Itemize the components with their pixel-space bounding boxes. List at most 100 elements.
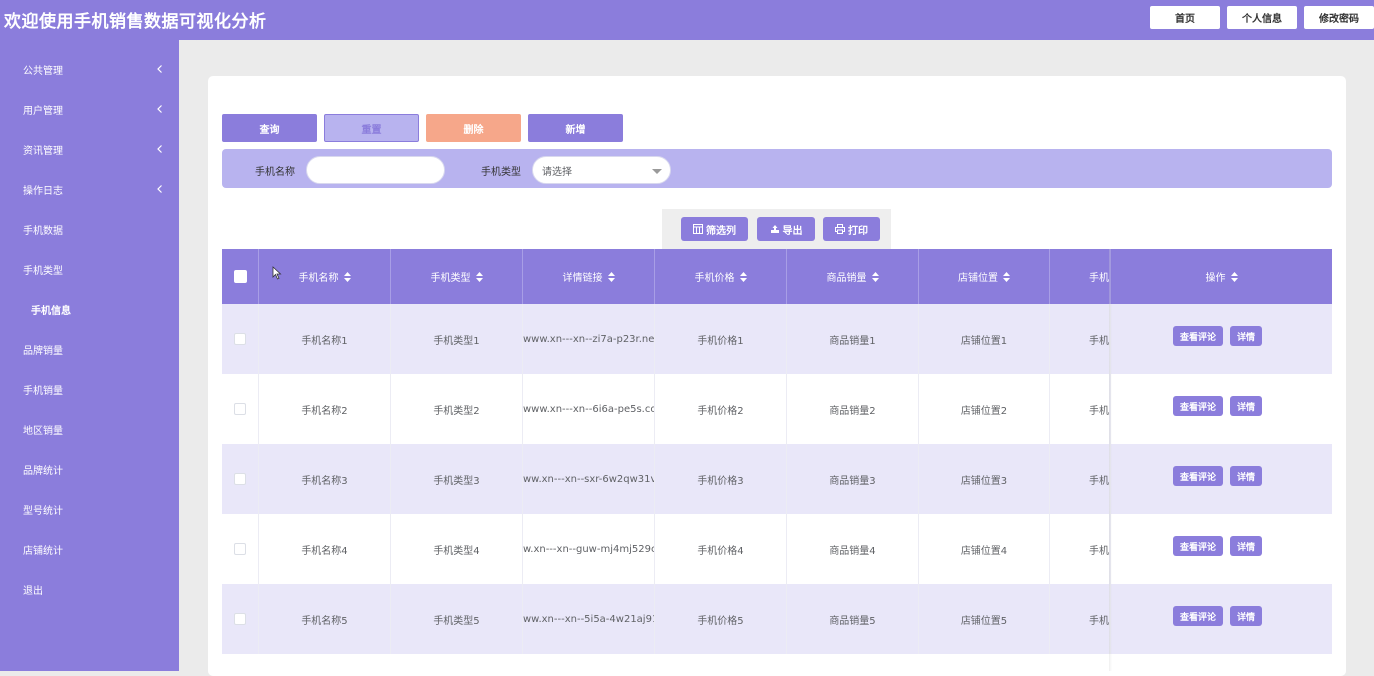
sidebar-item-label: 品牌销量	[23, 345, 63, 357]
select-all-checkbox[interactable]	[233, 270, 247, 283]
table-row: 手机名称2 手机类型2 www.xn---xn--6i6a-pe5s.com 手机价格…	[222, 374, 1332, 444]
sidebar-item[interactable]: 退出	[0, 569, 179, 609]
sort-icon	[871, 271, 879, 282]
cell-sales: 商品销量5	[787, 584, 919, 654]
row-checkbox[interactable]	[234, 333, 246, 345]
sidebar-item-label: 操作日志	[23, 185, 63, 197]
sidebar-item[interactable]: 品牌销量	[0, 329, 179, 369]
sidebar-item-label: 公共管理	[23, 65, 63, 77]
export-icon	[770, 225, 779, 233]
row-checkbox[interactable]	[234, 473, 246, 485]
cell-link: www.xn---xn--6i6a-pe5s.com	[523, 374, 655, 444]
view-comments-button[interactable]: 查看评论	[1173, 536, 1223, 556]
row-checkbox[interactable]	[234, 613, 246, 625]
add-button[interactable]: 新增	[528, 114, 623, 142]
sidebar-item[interactable]: 资讯管理	[0, 129, 179, 169]
cell-price: 手机价格4	[655, 514, 787, 584]
table-row: 手机名称1 手机类型1 www.xn---xn--zi7a-p23r.net 手机价格…	[222, 304, 1332, 374]
reset-button[interactable]: 重置	[324, 114, 419, 142]
sidebar-item[interactable]: 公共管理	[0, 49, 179, 89]
col-header-label: 手机名称	[298, 273, 339, 284]
cell-operations: 查看评论 详情	[1110, 444, 1332, 514]
cell-operations: 查看评论 详情	[1110, 584, 1332, 654]
cell-sales: 商品销量1	[787, 304, 919, 374]
chevron-down-icon	[652, 169, 662, 174]
operation-buttons: 查看评论 详情	[1173, 466, 1262, 486]
cell-extra: 手机	[1050, 304, 1110, 374]
query-button[interactable]: 查询	[222, 114, 317, 142]
sidebar-item-label: 用户管理	[23, 105, 63, 117]
export-button[interactable]: 导出	[757, 217, 815, 241]
detail-button[interactable]: 详情	[1230, 536, 1262, 556]
detail-button[interactable]: 详情	[1230, 396, 1262, 416]
cell-type: 手机类型2	[391, 374, 523, 444]
col-header-label: 操作	[1205, 273, 1226, 284]
sidebar-item[interactable]: 操作日志	[0, 169, 179, 209]
col-header-label: 手机类型	[430, 273, 471, 284]
col-header-operations[interactable]: 操作	[1110, 249, 1332, 304]
col-header-sales[interactable]: 商品销量	[787, 249, 919, 304]
view-comments-button[interactable]: 查看评论	[1173, 396, 1223, 416]
table-row: 手机名称4 手机类型4 w.xn---xn--guw-mj4mj529c.r 手机价格…	[222, 514, 1332, 584]
sidebar-item[interactable]: 品牌统计	[0, 449, 179, 489]
chevron-left-icon	[157, 185, 162, 193]
sidebar-item-label: 店铺统计	[23, 545, 63, 557]
print-icon	[835, 224, 845, 234]
phone-type-select[interactable]: 请选择	[532, 156, 671, 184]
col-header-label: 手机	[1089, 273, 1109, 284]
sort-icon	[475, 271, 483, 282]
data-table: 手机名称 手机类型 详情链接 手机价格 商品销量 店铺位置 手机 操作 手机名称…	[222, 249, 1332, 671]
view-comments-button[interactable]: 查看评论	[1173, 466, 1223, 486]
sidebar-item[interactable]: 用户管理	[0, 89, 179, 129]
col-header-link[interactable]: 详情链接	[523, 249, 655, 304]
col-header-type[interactable]: 手机类型	[391, 249, 523, 304]
cell-location: 店铺位置3	[919, 444, 1050, 514]
fixed-column-shadow	[1109, 249, 1112, 671]
sidebar-item[interactable]: 型号统计	[0, 489, 179, 529]
view-comments-button[interactable]: 查看评论	[1173, 606, 1223, 626]
profile-button[interactable]: 个人信息	[1227, 6, 1297, 29]
phone-name-label: 手机名称	[255, 167, 295, 178]
col-header-location[interactable]: 店铺位置	[919, 249, 1050, 304]
filter-columns-button[interactable]: 筛选列	[681, 217, 748, 241]
table-header: 手机名称 手机类型 详情链接 手机价格 商品销量 店铺位置 手机 操作	[222, 249, 1332, 304]
change-password-button[interactable]: 修改密码	[1304, 6, 1374, 29]
mouse-cursor-icon	[272, 266, 282, 280]
view-comments-button[interactable]: 查看评论	[1173, 326, 1223, 346]
sidebar-item[interactable]: 手机数据	[0, 209, 179, 249]
sidebar-item-label: 资讯管理	[23, 145, 63, 157]
sidebar-item-label: 地区销量	[23, 425, 63, 437]
cell-extra: 手机	[1050, 584, 1110, 654]
col-header-price[interactable]: 手机价格	[655, 249, 787, 304]
detail-button[interactable]: 详情	[1230, 326, 1262, 346]
sidebar-item-label: 手机销量	[23, 385, 63, 397]
col-header-label: 手机价格	[694, 273, 735, 284]
row-checkbox[interactable]	[234, 403, 246, 415]
sort-icon	[343, 271, 351, 282]
print-button[interactable]: 打印	[823, 217, 880, 241]
detail-button[interactable]: 详情	[1230, 606, 1262, 626]
phone-name-input[interactable]	[306, 156, 445, 184]
sidebar-item[interactable]: 手机类型	[0, 249, 179, 289]
cell-name: 手机名称4	[259, 514, 391, 584]
cell-type: 手机类型5	[391, 584, 523, 654]
cell-extra: 手机	[1050, 514, 1110, 584]
delete-button[interactable]: 删除	[426, 114, 521, 142]
row-checkbox[interactable]	[234, 543, 246, 555]
col-header-extra[interactable]: 手机	[1050, 249, 1110, 304]
row-select-cell	[222, 584, 259, 654]
sidebar-item-label: 手机数据	[23, 225, 63, 237]
sidebar-item[interactable]: 店铺统计	[0, 529, 179, 569]
cell-extra: 手机	[1050, 444, 1110, 514]
cell-operations: 查看评论 详情	[1110, 304, 1332, 374]
sidebar-item[interactable]: 手机信息	[0, 289, 179, 329]
sidebar-item[interactable]: 手机销量	[0, 369, 179, 409]
home-button[interactable]: 首页	[1150, 6, 1220, 29]
sidebar-item[interactable]: 地区销量	[0, 409, 179, 449]
cell-sales: 商品销量3	[787, 444, 919, 514]
cell-price: 手机价格5	[655, 584, 787, 654]
phone-type-label: 手机类型	[481, 167, 521, 178]
filter-columns-label: 筛选列	[706, 225, 736, 237]
detail-button[interactable]: 详情	[1230, 466, 1262, 486]
col-header-label: 商品销量	[826, 273, 867, 284]
